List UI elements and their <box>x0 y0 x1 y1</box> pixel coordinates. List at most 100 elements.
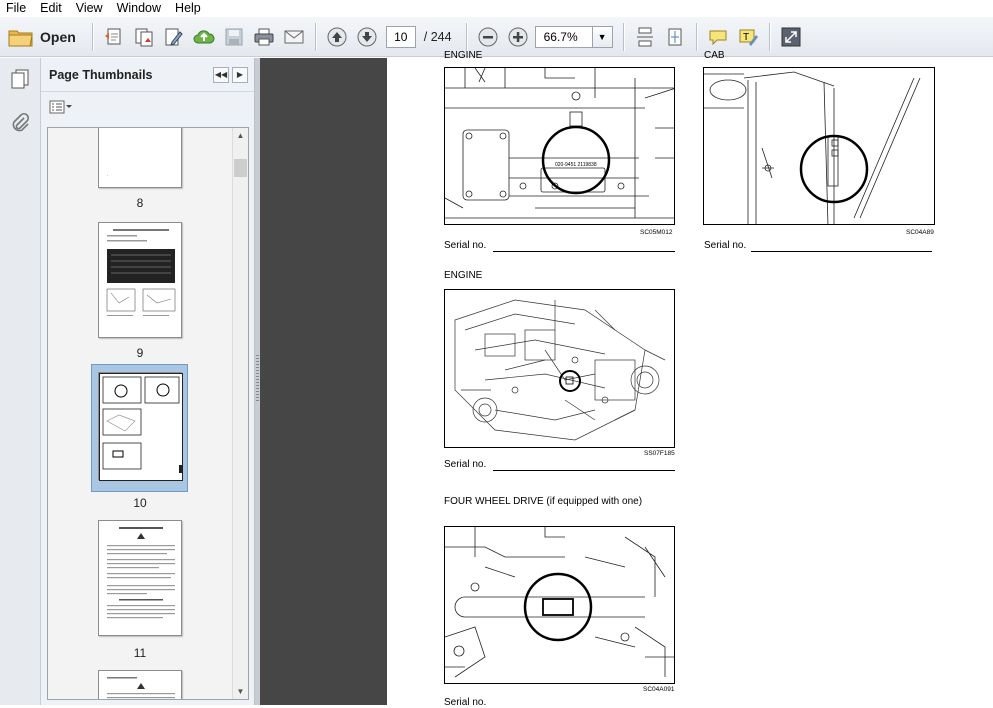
scroll-down-button[interactable]: ▼ <box>233 684 248 699</box>
arrow-down-circle-icon <box>357 27 377 46</box>
serial-line <box>493 470 675 471</box>
serial-label: Serial no. <box>444 240 487 251</box>
expand-button[interactable] <box>776 22 806 52</box>
thumbnail-page-10[interactable] <box>98 372 184 482</box>
chevron-up-icon: ▲ <box>236 131 245 140</box>
page-number-input[interactable]: 10 <box>385 25 416 48</box>
zoom-dropdown-button[interactable]: ▼ <box>592 25 613 48</box>
previous-page-button[interactable] <box>322 22 352 52</box>
serial-line <box>493 251 675 252</box>
paperclip-icon <box>12 112 30 132</box>
toolbar-separator <box>314 22 316 51</box>
edit-document-button[interactable] <box>159 22 189 52</box>
page-thumbnails-nav-button[interactable] <box>3 62 37 96</box>
zoom-in-button[interactable] <box>503 22 533 52</box>
open-button[interactable]: Open <box>8 22 86 52</box>
upload-button[interactable] <box>189 22 219 52</box>
svg-text:T: T <box>743 32 749 43</box>
heading-engine-top: ENGINE <box>444 50 483 61</box>
figure-four-wheel-drive <box>444 526 675 684</box>
panel-header: Page Thumbnails ◀◀ ▶ <box>41 58 254 92</box>
print-button[interactable] <box>249 22 279 52</box>
combine-files-button[interactable] <box>129 22 159 52</box>
menu-window[interactable]: Window <box>110 0 168 16</box>
cab-drawing <box>704 71 921 224</box>
page-count: / 244 <box>423 29 452 44</box>
heading-four-wheel-drive: FOUR WHEEL DRIVE (if equipped with one) <box>444 496 643 507</box>
four-wheel-drive-drawing <box>445 527 674 678</box>
chevron-down-icon: ▼ <box>236 687 245 696</box>
serial-label: Serial no. <box>444 697 487 708</box>
menu-view[interactable]: View <box>69 0 110 16</box>
thumbnail-label: 11 <box>133 646 147 660</box>
save-button[interactable] <box>219 22 249 52</box>
minus-circle-icon <box>478 27 498 46</box>
thumbnail-list[interactable]: · 8 9 10 11 ▲ ▼ <box>47 127 249 700</box>
engine-plate-text: 020-9451 2119838 <box>555 162 597 168</box>
document-viewport[interactable]: ENGINE CAB 020-9451 2119838 SC05M012 Ser… <box>260 50 993 708</box>
scrolling-mode-button[interactable] <box>630 22 660 52</box>
heading-cab: CAB <box>704 50 725 61</box>
collapse-panel-button[interactable]: ◀◀ <box>213 66 229 83</box>
email-button[interactable] <box>279 22 309 52</box>
menu-edit[interactable]: Edit <box>33 0 69 16</box>
figure-code: SC04A89 <box>906 229 934 236</box>
thumbnail-page-8[interactable]: · <box>98 128 182 188</box>
arrow-up-circle-icon <box>327 27 347 46</box>
attachments-nav-button[interactable] <box>3 106 37 140</box>
envelope-icon <box>284 30 304 43</box>
thumbnail-preview <box>98 372 184 482</box>
figure-code: SS07F185 <box>644 450 675 457</box>
document-page: ENGINE CAB 020-9451 2119838 SC05M012 Ser… <box>387 50 993 708</box>
thumbnail-scrollbar[interactable]: ▲ ▼ <box>232 128 248 699</box>
highlight-button[interactable]: T <box>733 22 763 52</box>
thumbnail-page-9[interactable] <box>98 222 182 338</box>
thumbnail-label: 10 <box>133 496 147 510</box>
panel-title: Page Thumbnails <box>49 67 153 82</box>
create-pdf-icon <box>104 28 121 44</box>
fit-page-button[interactable] <box>660 22 690 52</box>
engine-plate-drawing: 020-9451 2119838 <box>445 68 674 219</box>
save-icon <box>225 28 243 45</box>
comment-button[interactable] <box>703 22 733 52</box>
toolbar-separator <box>768 22 770 51</box>
scroll-up-button[interactable]: ▲ <box>233 128 248 143</box>
chevron-down-icon: ▼ <box>597 31 607 42</box>
highlighter-icon: T <box>739 29 758 46</box>
folder-icon <box>8 30 33 46</box>
expand-panel-button[interactable]: ▶ <box>232 66 248 83</box>
cloud-upload-icon <box>193 29 215 43</box>
figure-engine-plate: 020-9451 2119838 <box>444 67 675 225</box>
serial-line <box>751 251 932 252</box>
serial-label: Serial no. <box>444 459 487 470</box>
zoom-level-input[interactable]: 66.7% <box>534 25 593 48</box>
heading-engine: ENGINE <box>444 270 483 281</box>
figure-cab <box>703 67 935 225</box>
combine-files-icon <box>135 28 153 46</box>
create-pdf-button[interactable] <box>99 22 129 52</box>
thumbnail-preview <box>107 527 175 619</box>
next-page-button[interactable] <box>352 22 382 52</box>
options-menu-icon <box>49 100 72 114</box>
toolbar-separator <box>465 22 467 51</box>
figure-code: SC04A091 <box>643 686 675 693</box>
scrollbar-thumb[interactable] <box>234 159 247 177</box>
menu-help[interactable]: Help <box>168 0 208 16</box>
thumbnail-label: 8 <box>136 196 144 210</box>
menu-bar: File Edit View Window Help <box>0 0 993 16</box>
plus-circle-icon <box>508 27 528 46</box>
zoom-out-button[interactable] <box>473 22 503 52</box>
double-chevron-left-icon: ◀◀ <box>214 70 228 79</box>
toolbar-separator <box>695 22 697 51</box>
toolbar-separator <box>91 22 93 51</box>
menu-file[interactable]: File <box>0 0 33 16</box>
thumbnail-options[interactable] <box>41 92 254 122</box>
fit-page-icon <box>668 28 682 45</box>
panel-collapse-controls: ◀◀ ▶ <box>210 66 248 83</box>
thumbnail-page-11[interactable] <box>98 520 182 636</box>
chevron-right-icon: ▶ <box>236 70 244 79</box>
splitter-grip[interactable] <box>256 355 259 403</box>
expand-icon <box>781 27 801 46</box>
figure-code: SC05M012 <box>640 229 673 236</box>
thumbnail-page-12[interactable] <box>98 670 182 699</box>
